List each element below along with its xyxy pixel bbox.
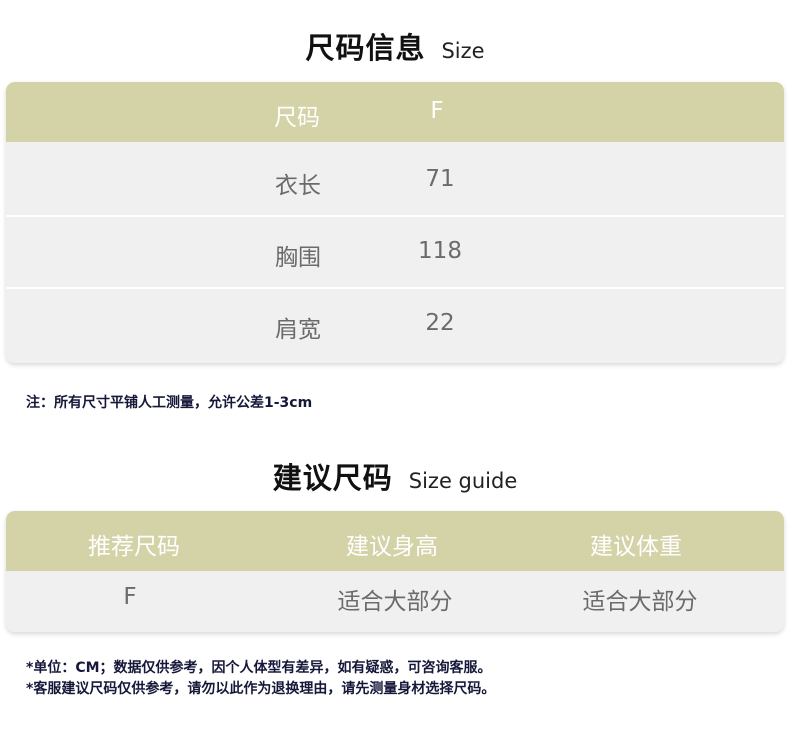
size-info-title: 尺码信息 Size xyxy=(0,25,790,67)
measure-name: 胸围 xyxy=(275,245,321,271)
table-row: 胸围 118 xyxy=(6,217,784,287)
exchange-note: *客服建议尺码仅供参考，请勿以此作为退换理由，请先测量身材选择尺码。 xyxy=(26,681,496,697)
size-guide-title-en: Size guide xyxy=(408,469,518,493)
size-info-title-cn: 尺码信息 xyxy=(305,31,426,65)
size-guide-title: 建议尺码 Size guide xyxy=(0,455,790,497)
table-row: F 适合大部分 适合大部分 xyxy=(6,571,784,632)
guide-header-suggested-weight: 建议体重 xyxy=(590,534,682,560)
size-guide-title-cn: 建议尺码 xyxy=(272,461,393,495)
size-info-header-label: 尺码 xyxy=(274,105,320,131)
measure-value: 118 xyxy=(418,238,462,264)
size-info-header-row: 尺码 F xyxy=(6,82,784,142)
guide-weight-value: 适合大部分 xyxy=(582,589,698,615)
guide-header-recommended-size: 推荐尺码 xyxy=(88,534,180,560)
guide-height-value: 适合大部分 xyxy=(337,589,453,615)
table-row: 肩宽 22 xyxy=(6,289,784,363)
measure-name: 衣长 xyxy=(275,173,321,199)
unit-note: *单位：CM；数据仅供参考，因个人体型有差异，如有疑惑，可咨询客服。 xyxy=(26,660,492,676)
size-info-table: 尺码 F 衣长 71 胸围 118 肩宽 22 xyxy=(6,82,784,363)
guide-size-value: F xyxy=(123,584,137,610)
size-info-title-en: Size xyxy=(441,39,485,63)
size-guide-header-row: 推荐尺码 建议身高 建议体重 xyxy=(6,511,784,571)
measure-name: 肩宽 xyxy=(275,317,321,343)
measure-value: 22 xyxy=(425,310,455,336)
measure-value: 71 xyxy=(425,166,455,192)
size-guide-table: 推荐尺码 建议身高 建议体重 F 适合大部分 适合大部分 xyxy=(6,511,784,632)
table-row: 衣长 71 xyxy=(6,142,784,215)
size-info-header-size: F xyxy=(430,98,444,124)
measurement-note: 注：所有尺寸平铺人工测量，允许公差1-3cm xyxy=(26,395,313,411)
guide-header-suggested-height: 建议身高 xyxy=(346,534,438,560)
